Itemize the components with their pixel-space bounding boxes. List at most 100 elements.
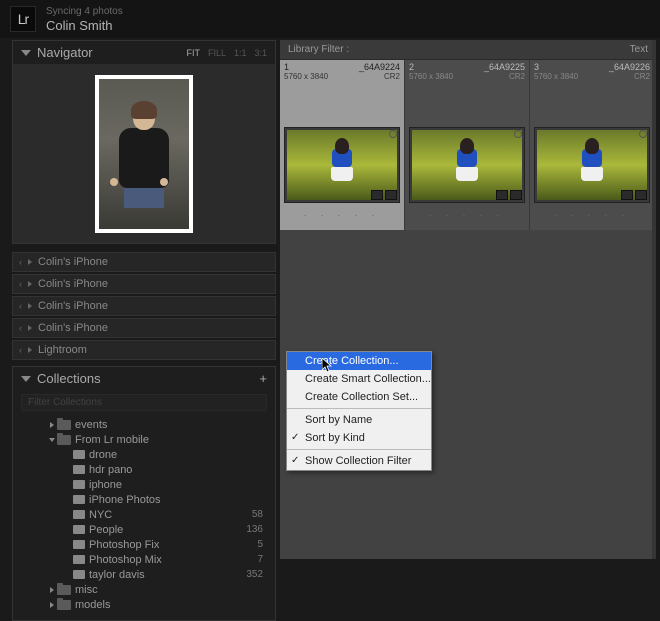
tree-item-label: People: [89, 524, 246, 536]
folder-source[interactable]: ‹ Colin's iPhone: [12, 274, 276, 294]
folder-icon: [57, 585, 71, 595]
identity-plate[interactable]: Colin Smith: [46, 18, 123, 33]
add-collection-button[interactable]: +: [259, 371, 267, 386]
zoom-fill[interactable]: FILL: [208, 48, 226, 58]
tree-item[interactable]: events: [13, 417, 275, 432]
chevron-right-icon[interactable]: [47, 422, 57, 428]
menu-create-collection-set[interactable]: Create Collection Set...: [287, 388, 431, 406]
grid-cell[interactable]: 1_64A92245760 x 3840CR2· · · · ·: [280, 60, 405, 230]
cell-dimensions: 5760 x 3840: [534, 72, 634, 81]
chevron-icon: ‹: [19, 279, 22, 289]
folder-icon: [57, 435, 71, 445]
menu-create-collection[interactable]: Create Collection...: [287, 352, 431, 370]
tree-item[interactable]: models: [13, 597, 275, 612]
chevron-icon: ‹: [19, 301, 22, 311]
thumbnail[interactable]: [409, 127, 525, 203]
menu-create-smart-collection[interactable]: Create Smart Collection...: [287, 370, 431, 388]
collections-header[interactable]: Collections +: [13, 367, 275, 390]
folder-icon: [57, 600, 71, 610]
grid-scrollbar[interactable]: [652, 40, 656, 559]
collections-title: Collections: [37, 371, 259, 386]
folder-source[interactable]: ‹Colin's iPhone: [12, 318, 276, 338]
collections-panel: Collections + eventsFrom Lr mobile drone h…: [12, 366, 276, 621]
tree-item[interactable]: NYC58: [13, 507, 275, 522]
chevron-icon: ‹: [19, 345, 22, 355]
chevron-right-icon[interactable]: [47, 602, 57, 608]
preview-frame: [95, 75, 193, 233]
app-header: Lr Syncing 4 photos Colin Smith: [0, 0, 660, 38]
chevron-right-icon: [28, 325, 32, 331]
cell-dimensions: 5760 x 3840: [409, 72, 509, 81]
chevron-icon: ‹: [19, 323, 22, 333]
folder-label: Colin's iPhone: [38, 278, 108, 290]
navigator-header[interactable]: Navigator FIT FILL 1:1 3:1: [13, 41, 275, 65]
tree-item[interactable]: iphone: [13, 477, 275, 492]
chevron-right-icon: [28, 259, 32, 265]
tree-item[interactable]: From Lr mobile: [13, 432, 275, 447]
thumbnail[interactable]: [284, 127, 400, 203]
menu-sort-by-name[interactable]: Sort by Name: [287, 411, 431, 429]
library-filter-bar[interactable]: Library Filter : Text: [280, 40, 656, 60]
collections-context-menu: Create Collection... Create Smart Collec…: [286, 351, 432, 471]
tree-item[interactable]: iPhone Photos: [13, 492, 275, 507]
folder-source[interactable]: ‹Lightroom: [12, 340, 276, 360]
chevron-right-icon: [28, 303, 32, 309]
menu-separator: [287, 449, 431, 450]
rating-dots[interactable]: · · · · ·: [405, 207, 529, 224]
tree-item[interactable]: Photoshop Fix5: [13, 537, 275, 552]
tree-item-label: events: [75, 419, 263, 431]
tree-item-label: drone: [89, 449, 263, 461]
menu-sort-by-kind[interactable]: Sort by Kind: [287, 429, 431, 447]
tree-item-label: hdr pano: [89, 464, 263, 476]
tree-item-label: misc: [75, 584, 263, 596]
tree-item[interactable]: People136: [13, 522, 275, 537]
collection-icon: [73, 450, 85, 459]
folder-label: Colin's iPhone: [38, 256, 108, 268]
badge-icon[interactable]: [371, 190, 383, 200]
collection-icon: [73, 570, 85, 579]
zoom-1-1[interactable]: 1:1: [234, 48, 247, 58]
badge-icon[interactable]: [635, 190, 647, 200]
tree-item-label: NYC: [89, 509, 252, 521]
grid-cell[interactable]: 2_64A92255760 x 3840CR2· · · · ·: [405, 60, 530, 230]
badge-icon[interactable]: [496, 190, 508, 200]
tree-item-label: Photoshop Fix: [89, 539, 257, 551]
folder-source[interactable]: ‹ Colin's iPhone: [12, 296, 276, 316]
folder-source[interactable]: ‹Colin's iPhone: [12, 252, 276, 272]
chevron-right-icon: [28, 347, 32, 353]
menu-show-collection-filter[interactable]: Show Collection Filter: [287, 452, 431, 470]
collection-icon: [73, 465, 85, 474]
filter-text-toggle[interactable]: Text: [630, 44, 648, 55]
badge-icon[interactable]: [510, 190, 522, 200]
tree-item-count: 352: [246, 569, 267, 580]
tree-item[interactable]: Photoshop Mix7: [13, 552, 275, 567]
collections-filter-input[interactable]: [21, 394, 267, 411]
tree-item[interactable]: hdr pano: [13, 462, 275, 477]
sync-status-icon: [514, 130, 522, 138]
folder-label: Colin's iPhone: [38, 300, 108, 312]
navigator-zoom-options[interactable]: FIT FILL 1:1 3:1: [186, 48, 267, 58]
collection-icon: [73, 510, 85, 519]
collection-icon: [73, 480, 85, 489]
thumb-badges: [621, 190, 647, 200]
folder-sources: ‹ Colin's iPhone ‹ Colin's iPhone ‹ Colin's i…: [12, 252, 276, 360]
chevron-down-icon[interactable]: [47, 438, 57, 442]
tree-item[interactable]: misc: [13, 582, 275, 597]
badge-icon[interactable]: [621, 190, 633, 200]
chevron-right-icon[interactable]: [47, 587, 57, 593]
rating-dots[interactable]: · · · · ·: [530, 207, 654, 224]
thumbnail[interactable]: [534, 127, 650, 203]
tree-item-label: iPhone Photos: [89, 494, 263, 506]
tree-item-label: taylor davis: [89, 569, 246, 581]
badge-icon[interactable]: [385, 190, 397, 200]
tree-item[interactable]: taylor davis352: [13, 567, 275, 582]
cell-dimensions: 5760 x 3840: [284, 72, 384, 81]
grid-cell[interactable]: 3_64A92265760 x 3840CR2· · · · ·: [530, 60, 655, 230]
zoom-ratio[interactable]: 3:1: [254, 48, 267, 58]
zoom-fit[interactable]: FIT: [186, 48, 200, 58]
navigator-preview[interactable]: [13, 65, 275, 243]
rating-dots[interactable]: · · · · ·: [280, 207, 404, 224]
library-grid: Library Filter : Text 1_64A92245760 x 38…: [280, 40, 656, 559]
tree-item[interactable]: drone: [13, 447, 275, 462]
collections-filter-row: [13, 390, 275, 415]
